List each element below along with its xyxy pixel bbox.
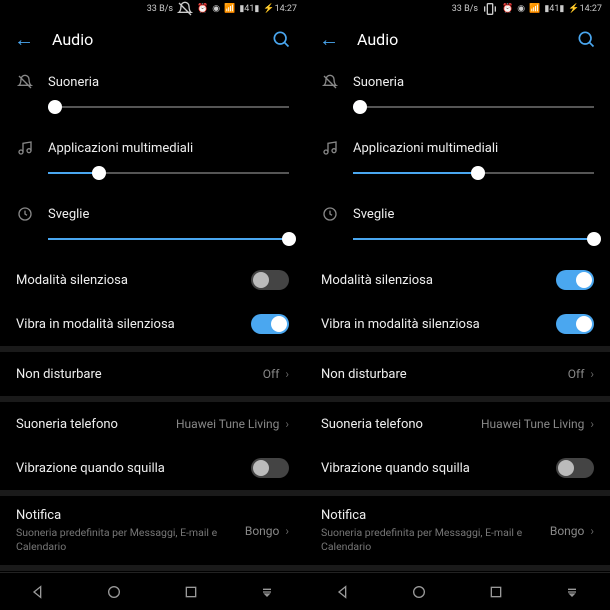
music-icon xyxy=(16,140,34,156)
slider-alarm: Sveglie xyxy=(305,192,610,258)
search-icon[interactable] xyxy=(271,29,291,49)
music-icon xyxy=(321,140,339,156)
clock-icon xyxy=(16,206,34,222)
alarm-icon: ⏰ xyxy=(502,4,513,14)
wifi-icon: ◉ xyxy=(517,4,525,14)
slider-ring: Suoneria xyxy=(0,60,305,126)
slider-media: Applicazioni multimediali xyxy=(305,126,610,192)
toggle-vibrate-ring[interactable] xyxy=(556,458,594,478)
slider-ring: Suoneria xyxy=(305,60,610,126)
row-notification[interactable]: Notifica Suoneria predefinita per Messag… xyxy=(305,496,610,565)
nav-bar xyxy=(305,572,610,610)
battery-icon: ▮41▮ xyxy=(544,4,564,14)
row-ringtone[interactable]: Suoneria telefono Huawei Tune Living › xyxy=(305,402,610,446)
row-vibrate-ring: Vibrazione quando squilla xyxy=(0,446,305,490)
slider-track-media[interactable] xyxy=(48,162,289,184)
row-vibrate-ring: Vibrazione quando squilla xyxy=(305,446,610,490)
signal-icon: 📶 xyxy=(529,4,540,14)
status-bar: 33 B/s ⏰ ◉ 📶 ▮41▮ ⚡14:27 xyxy=(0,0,305,18)
nav-dropdown-icon[interactable] xyxy=(259,584,275,600)
page-title: Audio xyxy=(357,30,558,49)
row-dnd[interactable]: Non disturbare Off › xyxy=(0,352,305,396)
nav-back-icon[interactable] xyxy=(335,584,351,600)
header: ← Audio xyxy=(305,18,610,60)
slider-alarm: Sveglie xyxy=(0,192,305,258)
row-histen: Effetti audio Histen Huawei Disponibile … xyxy=(305,571,610,572)
chevron-right-icon: › xyxy=(285,367,289,381)
row-notification[interactable]: Notifica Suoneria predefinita per Messag… xyxy=(0,496,305,565)
row-vibrate-silent: Vibra in modalità silenziosa xyxy=(0,302,305,346)
header: ← Audio xyxy=(0,18,305,60)
bell-off-icon xyxy=(321,74,339,90)
status-bar: 33 B/s ⏰ ◉ 📶 ▮41▮ ⚡14:27 xyxy=(305,0,610,18)
slider-label: Applicazioni multimediali xyxy=(353,141,498,156)
slider-track-alarm[interactable] xyxy=(353,228,594,250)
slider-label: Suoneria xyxy=(353,75,404,90)
row-ringtone[interactable]: Suoneria telefono Huawei Tune Living › xyxy=(0,402,305,446)
nav-recent-icon[interactable] xyxy=(488,584,504,600)
signal-icon: 📶 xyxy=(224,4,235,14)
slider-track-ring[interactable] xyxy=(48,96,289,118)
back-button[interactable]: ← xyxy=(319,27,339,52)
bell-off-icon xyxy=(16,74,34,90)
vibrate-icon xyxy=(482,1,498,17)
clock-icon xyxy=(321,206,339,222)
back-button[interactable]: ← xyxy=(14,27,34,52)
slider-label: Applicazioni multimediali xyxy=(48,141,193,156)
slider-track-alarm[interactable] xyxy=(48,228,289,250)
page-title: Audio xyxy=(52,30,253,49)
slider-label: Suoneria xyxy=(48,75,99,90)
toggle-vibrate-silent[interactable] xyxy=(251,314,289,334)
slider-track-ring[interactable] xyxy=(353,96,594,118)
toggle-vibrate-ring[interactable] xyxy=(251,458,289,478)
chevron-right-icon: › xyxy=(590,367,594,381)
nav-home-icon[interactable] xyxy=(411,584,427,600)
nav-back-icon[interactable] xyxy=(30,584,46,600)
toggle-silent[interactable] xyxy=(251,270,289,290)
search-icon[interactable] xyxy=(576,29,596,49)
chevron-right-icon: › xyxy=(285,524,289,538)
nav-home-icon[interactable] xyxy=(106,584,122,600)
nav-recent-icon[interactable] xyxy=(183,584,199,600)
chevron-right-icon: › xyxy=(285,417,289,431)
wifi-icon: ◉ xyxy=(212,4,220,14)
row-histen: Effetti audio Histen Huawei Disponibile … xyxy=(0,571,305,572)
slider-label: Sveglie xyxy=(48,207,89,222)
row-dnd[interactable]: Non disturbare Off › xyxy=(305,352,610,396)
battery-icon: ▮41▮ xyxy=(239,4,259,14)
chevron-right-icon: › xyxy=(590,417,594,431)
toggle-silent[interactable] xyxy=(556,270,594,290)
alarm-icon: ⏰ xyxy=(197,4,208,14)
row-vibrate-silent: Vibra in modalità silenziosa xyxy=(305,302,610,346)
nav-bar xyxy=(0,572,305,610)
slider-label: Sveglie xyxy=(353,207,394,222)
slider-media: Applicazioni multimediali xyxy=(0,126,305,192)
row-silent-mode: Modalità silenziosa xyxy=(305,258,610,302)
bell-off-icon xyxy=(177,1,193,17)
chevron-right-icon: › xyxy=(590,524,594,538)
row-silent-mode: Modalità silenziosa xyxy=(0,258,305,302)
toggle-vibrate-silent[interactable] xyxy=(556,314,594,334)
slider-track-media[interactable] xyxy=(353,162,594,184)
nav-dropdown-icon[interactable] xyxy=(564,584,580,600)
